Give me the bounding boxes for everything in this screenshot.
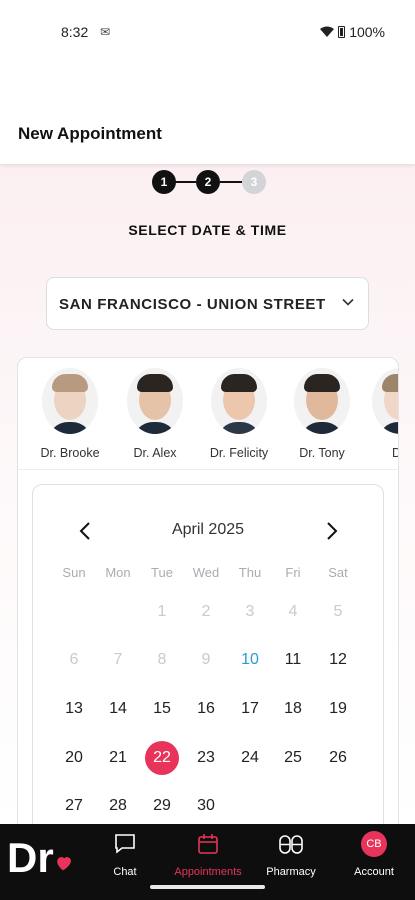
calendar-day[interactable]: 23 <box>189 741 223 775</box>
doctor-option[interactable]: Dr. Brooke <box>34 368 106 460</box>
location-value: SAN FRANCISCO - UNION STREET <box>59 296 326 313</box>
calendar-day[interactable]: 17 <box>233 692 267 726</box>
page-title: New Appointment <box>18 124 162 143</box>
calendar-day: 3 <box>245 603 255 620</box>
weekday-label: Thu <box>238 565 262 580</box>
doctor-avatar <box>211 368 267 434</box>
calendar-day[interactable]: 24 <box>233 741 267 775</box>
calendar: April 2025 Sun Mon Tue Wed Thu Fri Sat 1 2 3 4 5 6 7 8… <box>32 484 384 824</box>
calendar-day[interactable]: 21 <box>101 741 135 775</box>
step-connector <box>220 181 242 183</box>
step-3: 3 <box>242 170 266 194</box>
avatar-badge: CB <box>361 831 387 857</box>
doctor-name: Dr. Brooke <box>40 446 100 460</box>
tab-appointments[interactable]: Appointments <box>163 830 253 878</box>
tab-label: Appointments <box>174 866 242 878</box>
calendar-day[interactable]: 10 <box>233 643 267 677</box>
doctor-name: Dr. Tony <box>299 446 345 460</box>
status-time: 8:32 <box>61 24 89 40</box>
calendar-day[interactable]: 28 <box>101 789 135 823</box>
pills-icon <box>279 835 303 854</box>
battery-level: 100% <box>349 24 385 40</box>
weekday-label: Tue <box>151 565 173 580</box>
doctor-carousel[interactable]: Dr. Brooke Dr. Alex Dr. Felicity Dr. Ton… <box>18 358 398 470</box>
step-connector <box>174 181 196 183</box>
wifi-icon <box>320 26 335 37</box>
chevron-down-icon <box>342 298 354 306</box>
section-title: SELECT DATE & TIME <box>128 222 287 238</box>
tab-pharmacy[interactable]: Pharmacy <box>246 830 336 878</box>
calendar-day[interactable]: 16 <box>189 692 223 726</box>
status-bar: 8:32 ✉ 100% <box>0 0 415 64</box>
weekday-label: Wed <box>192 565 220 580</box>
weekday-label: Sun <box>62 565 86 580</box>
calendar-day: 9 <box>201 651 211 668</box>
battery-icon <box>338 26 346 38</box>
calendar-icon <box>198 834 218 854</box>
main-content: 1 2 3 SELECT DATE & TIME SAN FRANCISCO -… <box>0 164 415 824</box>
calendar-day: 4 <box>288 603 298 620</box>
calendar-day[interactable]: 27 <box>57 789 91 823</box>
doctor-name: Dr. <box>364 446 398 460</box>
calendar-day[interactable]: 19 <box>321 692 355 726</box>
schedule-card: Dr. Brooke Dr. Alex Dr. Felicity Dr. Ton… <box>17 357 399 824</box>
svg-text:Dr: Dr <box>7 834 54 881</box>
location-select[interactable]: SAN FRANCISCO - UNION STREET <box>46 277 369 330</box>
doctor-name: Dr. Felicity <box>209 446 269 460</box>
dr-logo: Dr <box>7 834 71 881</box>
calendar-day[interactable]: 26 <box>321 741 355 775</box>
doctor-avatar <box>294 368 350 434</box>
doctor-avatar <box>372 368 398 434</box>
weekday-label: Fri <box>285 565 301 580</box>
doctor-option[interactable]: Dr. Felicity <box>203 368 275 460</box>
calendar-day[interactable]: 18 <box>276 692 310 726</box>
doctor-name: Dr. Alex <box>133 446 177 460</box>
doctor-avatar <box>42 368 98 434</box>
status-indicators: 100% <box>320 24 385 40</box>
calendar-day[interactable]: 29 <box>145 789 179 823</box>
tab-chat[interactable]: Chat <box>80 830 170 878</box>
calendar-day[interactable]: 15 <box>145 692 179 726</box>
calendar-day: 1 <box>157 603 167 620</box>
tab-account[interactable]: CB Account <box>329 830 415 878</box>
calendar-day[interactable]: 11 <box>276 643 310 677</box>
calendar-day: 7 <box>113 651 123 668</box>
weekday-label: Mon <box>105 565 131 580</box>
step-2: 2 <box>196 170 220 194</box>
mail-icon: ✉ <box>100 25 111 39</box>
app-header: New Appointment <box>0 64 415 164</box>
calendar-day[interactable]: 13 <box>57 692 91 726</box>
weekday-label: Sat <box>328 565 348 580</box>
doctor-avatar <box>127 368 183 434</box>
chevron-right-icon[interactable] <box>316 519 346 543</box>
tab-label: Account <box>354 866 394 878</box>
calendar-day[interactable]: 20 <box>57 741 91 775</box>
calendar-day[interactable]: 30 <box>189 789 223 823</box>
calendar-day: 2 <box>201 603 211 620</box>
doctor-option[interactable]: Dr. <box>364 368 398 460</box>
calendar-day[interactable]: 14 <box>101 692 135 726</box>
calendar-day: 5 <box>333 603 343 620</box>
calendar-day: 8 <box>157 651 167 668</box>
doctor-option[interactable]: Dr. Tony <box>286 368 358 460</box>
progress-stepper: 1 2 3 <box>150 168 270 194</box>
home-indicator <box>150 885 265 889</box>
tab-label: Chat <box>113 866 137 878</box>
bottom-tab-bar: Dr Chat Appointments Pharmacy CB Account <box>0 824 415 900</box>
calendar-day-selected[interactable]: 22 <box>145 741 179 775</box>
calendar-day: 6 <box>69 651 79 668</box>
calendar-day[interactable]: 25 <box>276 741 310 775</box>
tab-label: Pharmacy <box>266 866 316 878</box>
step-1: 1 <box>152 170 176 194</box>
chat-icon <box>115 834 135 854</box>
calendar-day[interactable]: 12 <box>321 643 355 677</box>
doctor-option[interactable]: Dr. Alex <box>119 368 191 460</box>
